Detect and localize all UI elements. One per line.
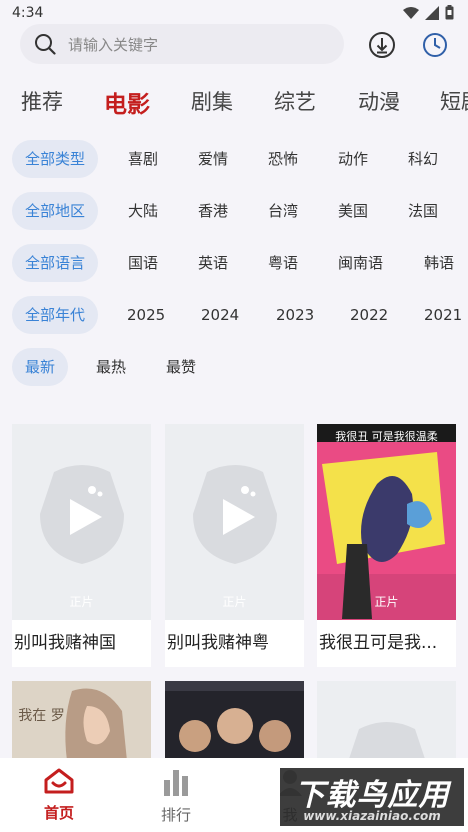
chip-type[interactable]: 喜剧: [128, 140, 158, 178]
filter-row-region: 全部地区 大陆 香港 台湾 美国 法国: [12, 192, 468, 230]
movie-card[interactable]: 我在 罗: [12, 681, 151, 761]
movie-card[interactable]: [165, 681, 304, 761]
history-button[interactable]: [420, 30, 450, 60]
chip-all-year[interactable]: 全部年代: [12, 296, 99, 334]
tab-series[interactable]: 剧集: [191, 86, 233, 116]
status-icons: [403, 5, 454, 20]
movie-title: 我很丑可是我...: [317, 620, 456, 667]
tab-anime[interactable]: 动漫: [358, 86, 400, 116]
tab-recommend[interactable]: 推荐: [21, 86, 63, 116]
chip-type[interactable]: 恐怖: [268, 140, 298, 178]
movie-card[interactable]: 正片 别叫我赌神粤: [165, 424, 304, 667]
chip-language[interactable]: 英语: [198, 244, 228, 282]
chip-sort-most-liked[interactable]: 最赞: [166, 348, 196, 386]
nav-home-label: 首页: [43, 804, 74, 822]
filter-row-language: 全部语言 国语 英语 粤语 闽南语 韩语: [12, 244, 468, 282]
category-tabs: 推荐 电影 剧集 综艺 动漫 短剧: [0, 80, 468, 120]
search-input[interactable]: 请输入关键字: [20, 24, 344, 64]
tab-short-drama[interactable]: 短剧: [440, 86, 468, 116]
chip-language[interactable]: 粤语: [268, 244, 298, 282]
chip-year[interactable]: 2022: [350, 296, 388, 334]
nav-home[interactable]: 首页: [19, 768, 99, 823]
chip-region[interactable]: 美国: [338, 192, 368, 230]
chip-language[interactable]: 韩语: [424, 244, 454, 282]
poster-caption: 我很丑 可是我很温柔: [335, 430, 438, 443]
chip-region[interactable]: 香港: [198, 192, 228, 230]
chip-all-region[interactable]: 全部地区: [12, 192, 99, 230]
watermark-title: 下载鸟应用: [294, 778, 450, 813]
battery-icon: [445, 5, 454, 20]
play-placeholder-icon: [193, 465, 277, 564]
bar-chart-icon: [164, 770, 188, 796]
tab-variety[interactable]: 综艺: [274, 86, 316, 116]
poster-artwork: [317, 424, 456, 620]
episode-badge: 正片: [222, 595, 247, 609]
chip-all-language[interactable]: 全部语言: [12, 244, 99, 282]
chip-type[interactable]: 科幻: [408, 140, 438, 178]
chip-sort-hottest[interactable]: 最热: [96, 348, 126, 386]
search-placeholder: 请输入关键字: [68, 35, 159, 54]
poster-artwork: [165, 681, 304, 761]
nav-ranking-label: 排行: [160, 806, 191, 824]
episode-badge: 正片: [374, 595, 399, 609]
home-icon: [44, 768, 74, 794]
chip-region[interactable]: 法国: [408, 192, 438, 230]
episode-badge: 正片: [69, 595, 94, 609]
chip-sort-latest[interactable]: 最新: [12, 348, 69, 386]
movie-card[interactable]: [317, 681, 456, 761]
status-time: 4:34: [12, 5, 44, 21]
movie-poster-image: [165, 681, 304, 761]
chip-year[interactable]: 2021: [424, 296, 462, 334]
chip-year[interactable]: 2024: [201, 296, 239, 334]
chip-all-type[interactable]: 全部类型: [12, 140, 99, 178]
movie-poster-image: 我很丑 可是我很温柔 正片: [317, 424, 456, 620]
poster-placeholder: [317, 681, 456, 761]
chip-language[interactable]: 国语: [128, 244, 158, 282]
chip-year[interactable]: 2025: [127, 296, 165, 334]
search-icon: [35, 34, 56, 55]
wifi-icon: [403, 6, 419, 19]
poster-placeholder: 正片: [12, 424, 151, 620]
watermark-url: www.xiazainiao.com: [303, 809, 441, 823]
filter-row-type: 全部类型 喜剧 爱情 恐怖 动作 科幻: [12, 140, 468, 178]
chip-type[interactable]: 动作: [338, 140, 368, 178]
chip-region[interactable]: 大陆: [128, 192, 158, 230]
movie-title: 别叫我赌神粤: [165, 620, 304, 667]
chip-type[interactable]: 爱情: [198, 140, 228, 178]
download-button[interactable]: [367, 30, 397, 60]
clock-icon: [423, 33, 447, 57]
chip-year[interactable]: 2023: [276, 296, 314, 334]
movie-poster-image: 我在 罗: [12, 681, 151, 761]
chip-region[interactable]: 台湾: [268, 192, 298, 230]
filter-row-sort: 最新 最热 最赞: [12, 348, 468, 386]
search-row: 请输入关键字: [20, 24, 468, 66]
status-bar: 4:34: [0, 0, 468, 26]
chip-language[interactable]: 闽南语: [338, 244, 383, 282]
tab-movie[interactable]: 电影: [104, 85, 150, 119]
movie-card[interactable]: 我很丑 可是我很温柔 正片 我很丑可是我...: [317, 424, 456, 667]
poster-placeholder: 正片: [165, 424, 304, 620]
filter-row-year: 全部年代 2025 2024 2023 2022 2021: [12, 296, 468, 334]
poster-caption: 我在 罗: [18, 708, 65, 724]
play-placeholder-icon: [348, 722, 426, 761]
play-placeholder-icon: [40, 465, 124, 564]
watermark-logo: 下载鸟应用 www.xiazainiao.com: [278, 766, 466, 828]
movie-title: 别叫我赌神国: [12, 620, 151, 667]
nav-ranking[interactable]: 排行: [136, 768, 216, 825]
signal-icon: [425, 5, 439, 20]
movie-card[interactable]: 正片 别叫我赌神国: [12, 424, 151, 667]
download-icon: [369, 32, 395, 58]
